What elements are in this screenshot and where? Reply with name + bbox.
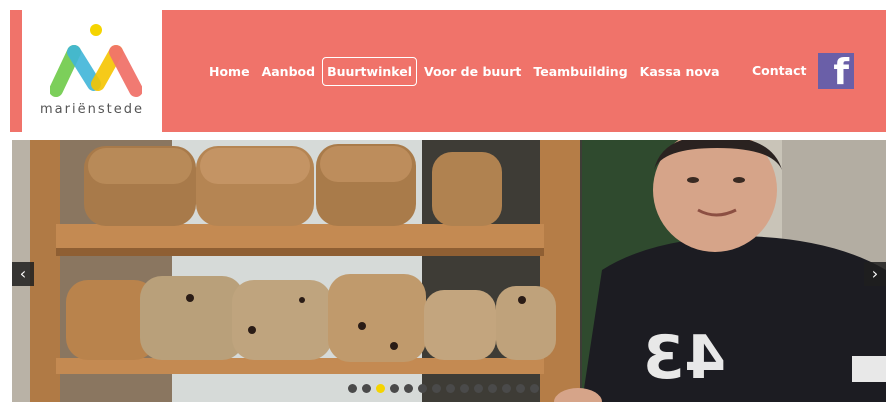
- nav-aanbod[interactable]: Aanbod: [257, 58, 321, 85]
- slider-dots: [348, 384, 539, 393]
- hero-image: 43: [12, 140, 886, 402]
- slider-dot[interactable]: [348, 384, 357, 393]
- slider-dot[interactable]: [488, 384, 497, 393]
- slider-dot[interactable]: [432, 384, 441, 393]
- nav-kassa-nova[interactable]: Kassa nova: [635, 58, 725, 85]
- nav-voor-de-buurt[interactable]: Voor de buurt: [419, 58, 526, 85]
- chevron-left-icon[interactable]: ‹: [12, 262, 34, 286]
- slider-dot[interactable]: [404, 384, 413, 393]
- slider-dot[interactable]: [362, 384, 371, 393]
- slider-dot[interactable]: [390, 384, 399, 393]
- chevron-right-icon[interactable]: ›: [864, 262, 886, 286]
- slider-dot[interactable]: [530, 384, 539, 393]
- nav-buurtwinkel[interactable]: Buurtwinkel: [322, 56, 417, 86]
- shirt-number: 43: [643, 323, 727, 393]
- facebook-icon[interactable]: f: [818, 53, 854, 89]
- logo-text: mariënstede: [40, 102, 144, 117]
- site-header: mariënstede Home Aanbod Buurtwinkel Voor…: [10, 10, 886, 132]
- nav-teambuilding[interactable]: Teambuilding: [528, 58, 632, 85]
- main-nav: Home Aanbod Buurtwinkel Voor de buurt Te…: [204, 55, 727, 87]
- slider-dot[interactable]: [446, 384, 455, 393]
- slider-dot[interactable]: [460, 384, 469, 393]
- logo-mark-icon: [50, 24, 142, 97]
- slider-dot[interactable]: [376, 384, 385, 393]
- nav-contact[interactable]: Contact: [752, 63, 806, 78]
- logo[interactable]: mariënstede: [22, 10, 162, 132]
- page: mariënstede Home Aanbod Buurtwinkel Voor…: [0, 0, 887, 402]
- slider-dot[interactable]: [418, 384, 427, 393]
- hero-slider: 43 ‹ ›: [12, 140, 886, 402]
- slider-dot[interactable]: [516, 384, 525, 393]
- slider-dot[interactable]: [474, 384, 483, 393]
- nav-home[interactable]: Home: [204, 58, 255, 85]
- slider-dot[interactable]: [502, 384, 511, 393]
